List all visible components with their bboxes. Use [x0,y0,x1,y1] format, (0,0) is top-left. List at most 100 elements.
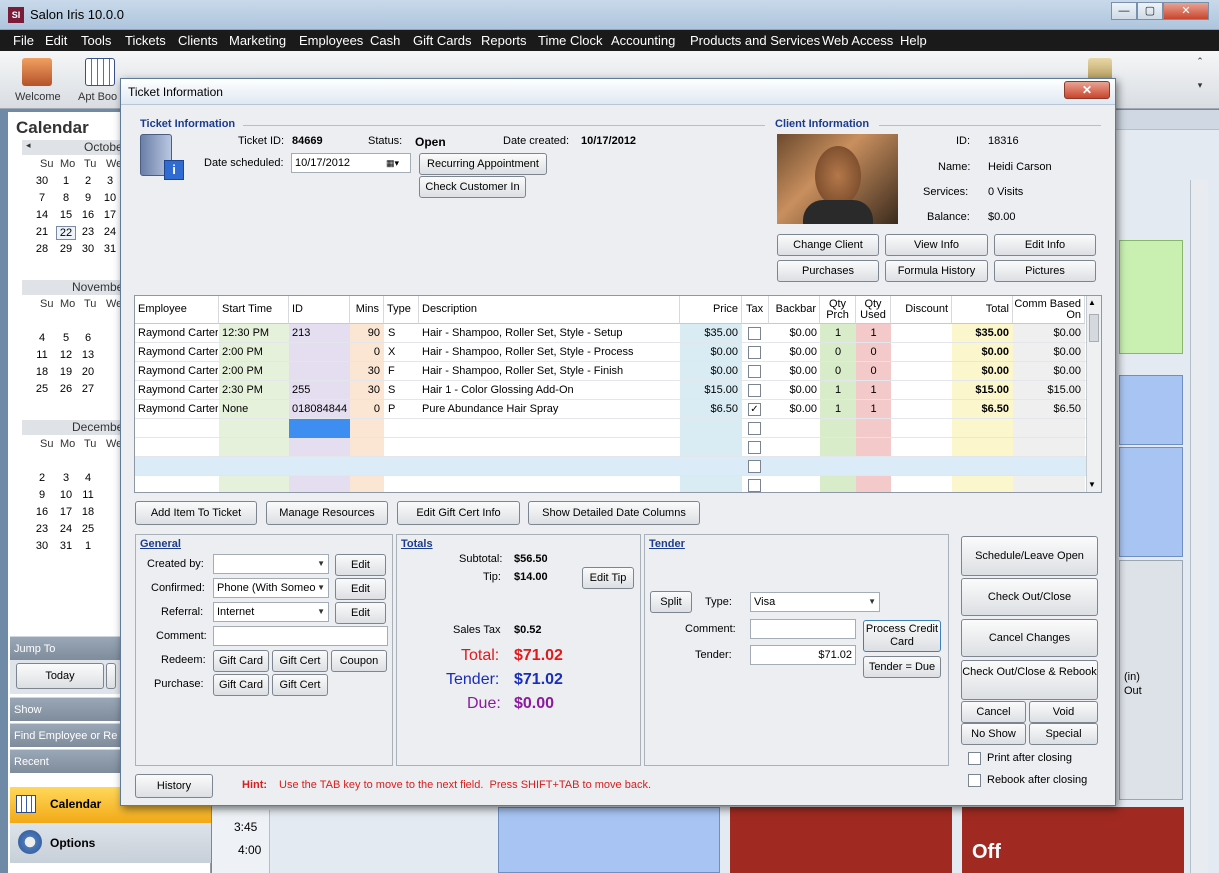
menu-tools[interactable]: Tools [81,33,111,48]
calendar-day[interactable]: 14 [32,209,52,221]
cell-id[interactable]: 018084844 [292,400,349,419]
calendar-day[interactable]: 31 [100,243,120,255]
calendar-day[interactable]: 29 [56,243,76,255]
calendar-day[interactable]: 7 [32,192,52,204]
tax-checkbox[interactable]: ✓ [748,403,761,416]
cell-price[interactable]: $15.00 [680,381,738,400]
cell-comm-based-on[interactable]: $0.00 [1013,362,1081,381]
cell-type[interactable]: S [388,381,418,400]
calendar-day[interactable]: 15 [56,209,76,221]
cell-employee[interactable]: Raymond Carter [138,362,218,381]
menu-cash[interactable]: Cash [370,33,400,48]
purchases-button[interactable]: Purchases [777,260,879,282]
edit-tip-button[interactable]: Edit Tip [582,567,634,589]
calendar-day[interactable]: 27 [78,383,98,395]
calendar-day[interactable]: 12 [56,349,76,361]
cell-price[interactable]: $35.00 [680,324,738,343]
scroll-up-icon[interactable]: ▲ [1088,298,1096,307]
cell-qty-prch[interactable]: 1 [820,400,856,419]
calendar-grid-icon[interactable] [85,58,115,86]
void-button[interactable]: Void [1029,701,1098,723]
cell-discount[interactable] [891,381,949,400]
menu-marketing[interactable]: Marketing [229,33,286,48]
cell-employee[interactable]: Raymond Carter [138,381,218,400]
cell-type[interactable]: F [388,362,418,381]
menu-web-access[interactable]: Web Access [822,33,893,48]
header-type[interactable]: Type [384,296,419,324]
tax-checkbox[interactable] [748,327,761,340]
no-show-button[interactable]: No Show [961,723,1026,745]
cell-total[interactable]: $0.00 [952,343,1009,362]
cell-comm-based-on[interactable]: $0.00 [1013,343,1081,362]
totals-title[interactable]: Totals [401,538,433,550]
pictures-button[interactable]: Pictures [994,260,1096,282]
tax-checkbox[interactable] [748,441,761,454]
split-button[interactable]: Split [650,591,692,613]
header-total[interactable]: Total [952,296,1013,324]
header-employee[interactable]: Employee [135,296,219,324]
header-description[interactable]: Description [419,296,680,324]
menu-products-services[interactable]: Products and Services [690,33,820,48]
appointment-grey[interactable]: (in) Out [1119,560,1183,800]
calendar-day[interactable]: 24 [100,226,120,238]
header-qty-used[interactable]: Qty Used [856,296,891,324]
appointment-green[interactable] [1119,240,1183,354]
cell-comm-based-on[interactable]: $6.50 [1013,400,1081,419]
cell-qty-used[interactable]: 1 [856,324,891,343]
tax-checkbox[interactable] [748,346,761,359]
calendar-day[interactable]: 22 [56,226,76,240]
created-by-select[interactable] [213,554,329,574]
referral-edit-button[interactable]: Edit [335,602,386,624]
menu-tickets[interactable]: Tickets [125,33,166,48]
menu-reports[interactable]: Reports [481,33,527,48]
calendar-day[interactable]: 21 [32,226,52,238]
calendar-day[interactable]: 26 [56,383,76,395]
calendar-day[interactable]: 9 [32,489,52,501]
calendar-day[interactable]: 1 [78,540,98,552]
calendar-day[interactable]: 4 [78,472,98,484]
referral-select[interactable]: Internet [213,602,329,622]
calendar-day[interactable]: 30 [32,540,52,552]
cell-id[interactable]: 255 [292,381,349,400]
purchase-gift-cert-button[interactable]: Gift Cert [272,674,328,696]
cell-type[interactable]: P [388,400,418,419]
cell-start-time[interactable]: None [222,400,288,419]
general-title[interactable]: General [140,538,181,550]
check-out-close-rebook-button[interactable]: Check Out/Close & Rebook [961,660,1098,700]
client-photo[interactable] [777,134,898,224]
menu-employees[interactable]: Employees [299,33,363,48]
header-id[interactable]: ID [289,296,350,324]
calendar-day[interactable]: 2 [78,175,98,187]
tender-type-select[interactable]: Visa [750,592,880,612]
calendar-day[interactable]: 16 [78,209,98,221]
redeem-gift-cert-button[interactable]: Gift Cert [272,650,328,672]
calendar-day[interactable]: 25 [78,523,98,535]
rebook-after-closing-checkbox[interactable] [968,774,981,787]
cell-backbar[interactable]: $0.00 [769,343,817,362]
calendar-day[interactable]: 31 [56,540,76,552]
general-comment-input[interactable] [213,626,388,646]
cell-qty-used[interactable]: 1 [856,400,891,419]
appointment-blue-2[interactable] [1119,447,1183,557]
cell-mins[interactable]: 90 [350,324,380,343]
header-qty-prch[interactable]: Qty Prch [820,296,856,324]
add-item-to-ticket-button[interactable]: Add Item To Ticket [135,501,257,525]
prev-month-icon[interactable]: ◂ [26,140,31,151]
cell-start-time[interactable]: 12:30 PM [222,324,288,343]
cell-total[interactable]: $15.00 [952,381,1009,400]
cell-qty-prch[interactable]: 1 [820,324,856,343]
cell-backbar[interactable]: $0.00 [769,324,817,343]
print-after-closing-checkbox[interactable] [968,752,981,765]
cell-id[interactable]: 213 [292,324,349,343]
calendar-day[interactable]: 16 [32,506,52,518]
cell-employee[interactable]: Raymond Carter [138,400,218,419]
cell-description[interactable]: Hair 1 - Color Glossing Add-On [422,381,678,400]
tax-checkbox[interactable] [748,460,761,473]
calendar-day[interactable]: 23 [78,226,98,238]
blocked-time-block[interactable] [730,807,952,873]
redeem-coupon-button[interactable]: Coupon [331,650,387,672]
cell-description[interactable]: Hair - Shampoo, Roller Set, Style - Setu… [422,324,678,343]
menu-edit[interactable]: Edit [45,33,67,48]
calendar-day[interactable]: 20 [78,366,98,378]
calendar-day[interactable]: 1 [56,175,76,187]
